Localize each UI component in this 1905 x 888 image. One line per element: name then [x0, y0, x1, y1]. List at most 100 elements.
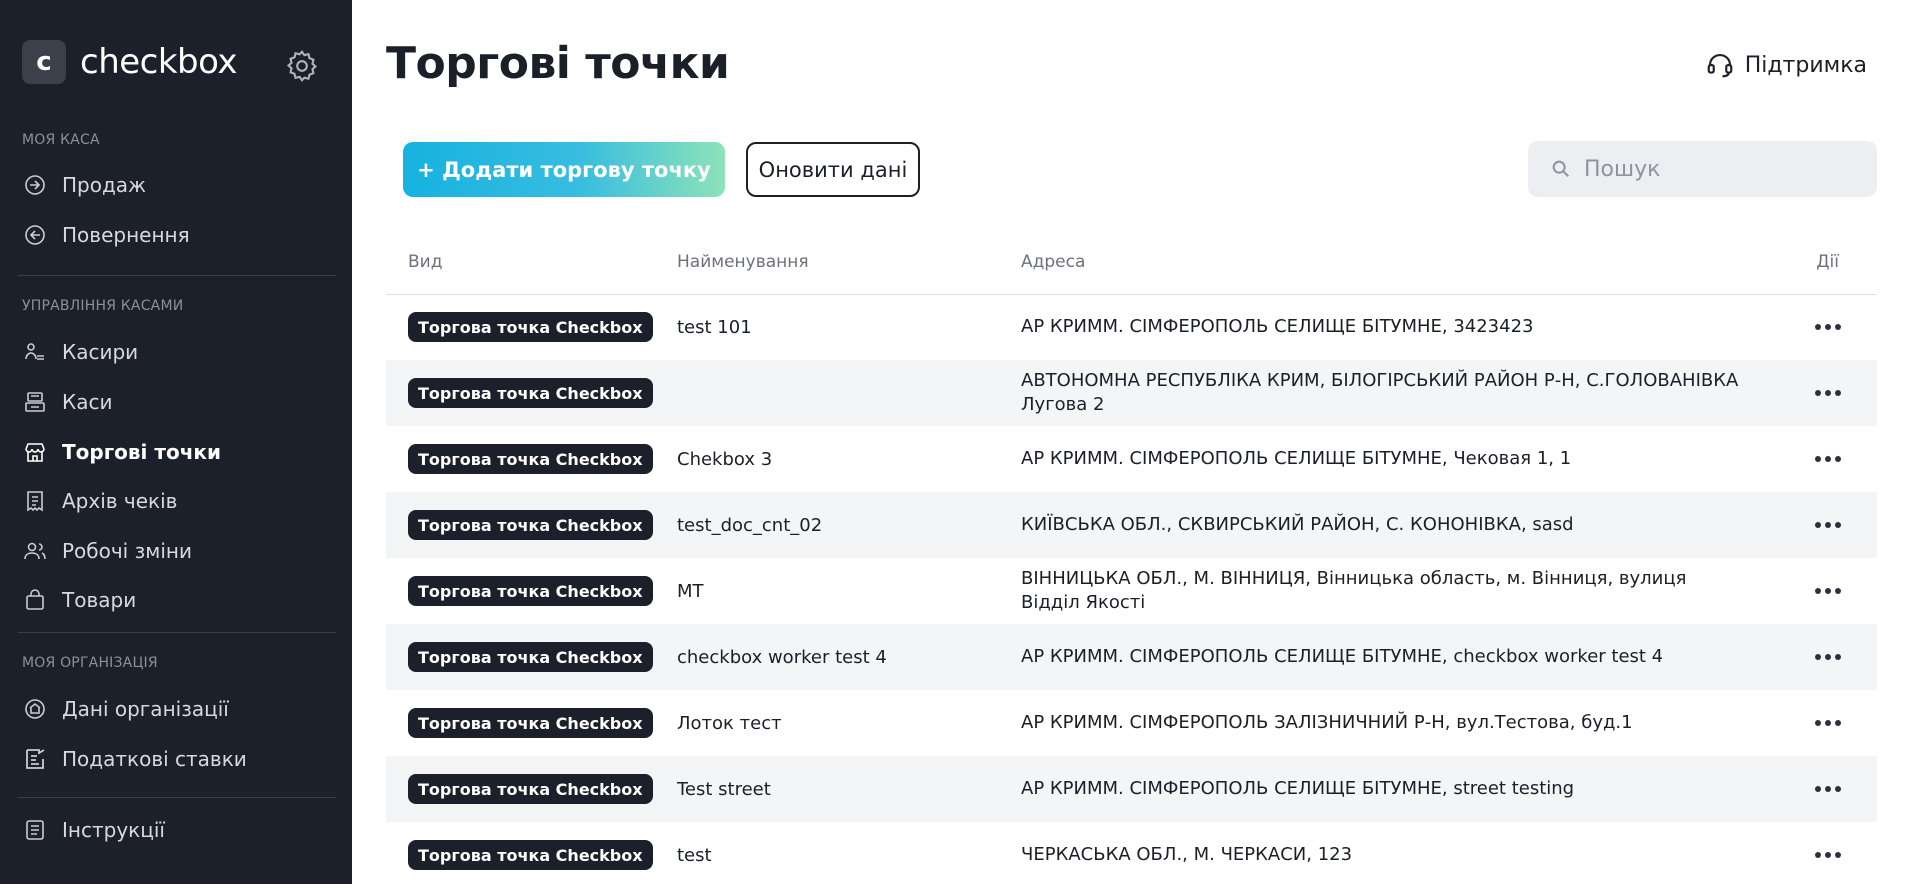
instructions-icon	[22, 817, 48, 843]
sidebar-item-stores[interactable]: Торгові точки	[22, 434, 332, 470]
more-dots-icon	[1815, 390, 1841, 396]
table-row[interactable]: Торгова точка Checkbox МТ ВІННИЦЬКА ОБЛ.…	[386, 558, 1877, 624]
more-dots-icon	[1815, 324, 1841, 330]
row-actions-menu[interactable]	[1815, 624, 1841, 690]
store-name: МТ	[677, 580, 704, 602]
search-input[interactable]	[1582, 155, 1866, 183]
more-dots-icon	[1815, 456, 1841, 462]
sidebar-item-shifts[interactable]: Робочі зміни	[22, 533, 332, 569]
support-label: Підтримка	[1744, 52, 1867, 78]
refresh-data-button[interactable]: Оновити дані	[746, 142, 920, 197]
more-dots-icon	[1815, 522, 1841, 528]
tax-rates-icon	[22, 746, 48, 772]
table-row[interactable]: Торгова точка Checkbox Chekbox 3 АР КРИМ…	[386, 426, 1877, 492]
section-register-management: УПРАВЛІННЯ КАСАМИ	[22, 298, 184, 314]
row-actions-menu[interactable]	[1815, 822, 1841, 888]
table-row[interactable]: Торгова точка Checkbox test ЧЕРКАСЬКА ОБ…	[386, 822, 1877, 888]
search-icon	[1552, 160, 1570, 178]
sidebar-item-label: Продаж	[62, 173, 147, 197]
section-my-organization: МОЯ ОРГАНІЗАЦІЯ	[22, 655, 158, 671]
page-title: Торгові точки	[386, 38, 730, 89]
add-store-button[interactable]: + Додати торгову точку	[403, 142, 725, 197]
sidebar-item-label: Касири	[62, 340, 139, 364]
table-header: Вид Найменування Адреса Дії	[386, 252, 1877, 295]
sidebar-item-label: Товари	[62, 588, 137, 612]
brand-logo[interactable]: c checkbox	[22, 40, 238, 84]
column-header-type[interactable]: Вид	[408, 252, 442, 272]
store-address: АР КРИММ. СІМФЕРОПОЛЬ ЗАЛІЗНИЧНИЙ Р-Н, в…	[1021, 712, 1633, 733]
store-type-badge: Торгова точка Checkbox	[408, 510, 653, 540]
sidebar-item-instructions[interactable]: Інструкції	[22, 812, 332, 848]
table-row[interactable]: Торгова точка Checkbox test_doc_cnt_02 К…	[386, 492, 1877, 558]
store-type-badge: Торгова точка Checkbox	[408, 378, 653, 408]
sidebar-item-label: Повернення	[62, 223, 190, 247]
return-icon	[22, 222, 48, 248]
sidebar-divider	[18, 797, 336, 798]
sidebar-item-organization-data[interactable]: Дані організації	[22, 691, 332, 727]
store-type-badge: Торгова точка Checkbox	[408, 642, 653, 672]
sidebar-item-label: Архів чеків	[62, 489, 178, 513]
shifts-icon	[22, 538, 48, 564]
store-name: test 101	[677, 316, 752, 338]
store-address: КИЇВСЬКА ОБЛ., СКВИРСЬКИЙ РАЙОН, С. КОНО…	[1021, 514, 1574, 535]
sidebar-item-return[interactable]: Повернення	[22, 217, 332, 253]
column-header-address[interactable]: Адреса	[1021, 252, 1085, 272]
headset-icon	[1707, 53, 1732, 78]
store-name: test_doc_cnt_02	[677, 514, 823, 536]
table-row[interactable]: Торгова точка Checkbox test 101 АР КРИММ…	[386, 294, 1877, 360]
sidebar-item-label: Інструкції	[62, 818, 165, 842]
sidebar-item-tax-rates[interactable]: Податкові ставки	[22, 741, 332, 777]
more-dots-icon	[1815, 852, 1841, 858]
sidebar-item-label: Податкові ставки	[62, 747, 247, 771]
row-actions-menu[interactable]	[1815, 426, 1841, 492]
store-name: checkbox worker test 4	[677, 646, 887, 668]
row-actions-menu[interactable]	[1815, 294, 1841, 360]
row-actions-menu[interactable]	[1815, 492, 1841, 558]
logo-mark: c	[22, 40, 66, 84]
sidebar-item-cashiers[interactable]: Касири	[22, 334, 332, 370]
table-row[interactable]: Торгова точка Checkbox АВТОНОМНА РЕСПУБЛ…	[386, 360, 1877, 426]
store-type-badge: Торгова точка Checkbox	[408, 774, 653, 804]
store-icon	[22, 439, 48, 465]
sidebar-divider	[18, 275, 336, 276]
store-type-badge: Торгова точка Checkbox	[408, 840, 653, 870]
main-content: Торгові точки Підтримка + Додати торгову…	[352, 0, 1905, 884]
store-type-badge: Торгова точка Checkbox	[408, 576, 653, 606]
row-actions-menu[interactable]	[1815, 558, 1841, 624]
row-actions-menu[interactable]	[1815, 690, 1841, 756]
store-address: ВІННИЦЬКА ОБЛ., М. ВІННИЦЯ, Вінницька об…	[1021, 568, 1687, 613]
bag-icon	[22, 587, 48, 613]
store-type-badge: Торгова точка Checkbox	[408, 444, 653, 474]
section-my-register: МОЯ КАСА	[22, 132, 100, 148]
store-address: АР КРИММ. СІМФЕРОПОЛЬ СЕЛИЩЕ БІТУМНЕ, ch…	[1021, 646, 1664, 667]
sidebar-item-goods[interactable]: Товари	[22, 582, 332, 618]
store-address: ЧЕРКАСЬКА ОБЛ., М. ЧЕРКАСИ, 123	[1021, 844, 1353, 865]
registers-icon	[22, 389, 48, 415]
receipts-archive-icon	[22, 488, 48, 514]
more-dots-icon	[1815, 786, 1841, 792]
store-address: АР КРИММ. СІМФЕРОПОЛЬ СЕЛИЩЕ БІТУМНЕ, st…	[1021, 778, 1575, 799]
table-row[interactable]: Торгова точка Checkbox Test street АР КР…	[386, 756, 1877, 822]
row-actions-menu[interactable]	[1815, 756, 1841, 822]
more-dots-icon	[1815, 654, 1841, 660]
row-actions-menu[interactable]	[1815, 360, 1841, 426]
store-name: Test street	[677, 778, 771, 800]
settings-gear-icon[interactable]	[284, 48, 320, 84]
logo-text: checkbox	[80, 42, 238, 82]
store-type-badge: Торгова точка Checkbox	[408, 708, 653, 738]
sidebar: c checkbox МОЯ КАСА Продаж Повернення УП…	[0, 0, 352, 884]
store-type-badge: Торгова точка Checkbox	[408, 312, 653, 342]
table-row[interactable]: Торгова точка Checkbox Лоток тест АР КРИ…	[386, 690, 1877, 756]
sidebar-item-registers[interactable]: Каси	[22, 384, 332, 420]
table-row[interactable]: Торгова точка Checkbox checkbox worker t…	[386, 624, 1877, 690]
cashiers-icon	[22, 339, 48, 365]
sidebar-item-sale[interactable]: Продаж	[22, 167, 332, 203]
more-dots-icon	[1815, 720, 1841, 726]
store-name: test	[677, 844, 712, 866]
column-header-name[interactable]: Найменування	[677, 252, 809, 272]
sidebar-item-receipts-archive[interactable]: Архів чеків	[22, 483, 332, 519]
store-address: АР КРИММ. СІМФЕРОПОЛЬ СЕЛИЩЕ БІТУМНЕ, 34…	[1021, 316, 1534, 337]
support-link[interactable]: Підтримка	[1705, 50, 1867, 80]
store-address: АР КРИММ. СІМФЕРОПОЛЬ СЕЛИЩЕ БІТУМНЕ, Че…	[1021, 448, 1572, 469]
search-box[interactable]	[1528, 141, 1877, 197]
